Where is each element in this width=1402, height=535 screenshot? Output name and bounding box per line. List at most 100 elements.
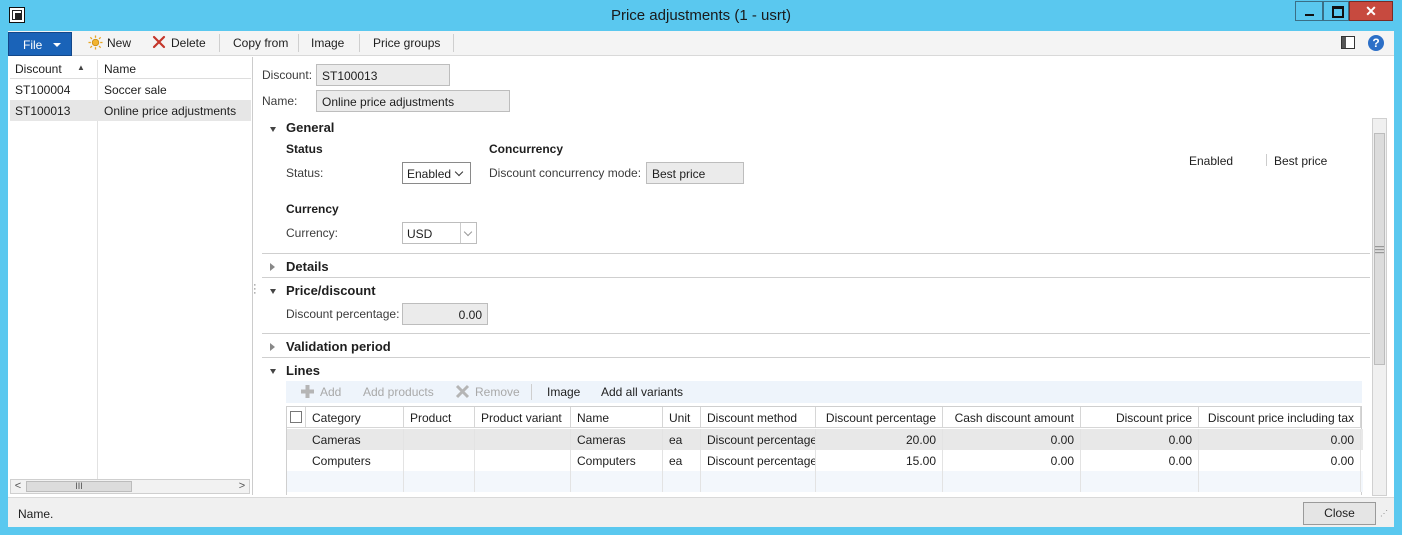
column-header-cash-discount-amount[interactable]: Cash discount amount — [943, 407, 1081, 428]
status-bar: Name. Close ⋰ — [8, 497, 1394, 527]
cell-cash-discount-amount[interactable]: 0.00 — [943, 450, 1081, 471]
column-header-discount-percentage[interactable]: Discount percentage — [816, 407, 943, 428]
cell-discount-price-incl-tax[interactable]: 0.00 — [1199, 429, 1361, 450]
fasttab-price-discount[interactable]: Price/discount — [286, 283, 376, 298]
cell-discount-price-incl-tax[interactable]: 0.00 — [1199, 450, 1361, 471]
select-all-checkbox[interactable] — [290, 411, 302, 423]
copy-from-button[interactable]: Copy from — [233, 36, 288, 50]
add-all-variants-button[interactable]: Add all variants — [601, 385, 683, 399]
list-item[interactable]: ST100004 Soccer sale — [10, 79, 251, 100]
new-button[interactable]: New — [107, 36, 131, 50]
list-item-name: Soccer sale — [104, 83, 167, 97]
discount-field[interactable]: ST100013 — [316, 64, 450, 86]
column-header-category[interactable]: Category — [306, 407, 404, 428]
price-groups-button[interactable]: Price groups — [373, 36, 440, 50]
currency-label: Currency: — [286, 226, 339, 240]
list-item-discount: ST100013 — [15, 104, 71, 118]
cell-unit[interactable]: ea — [663, 429, 701, 450]
status-select[interactable]: Enabled — [402, 162, 471, 184]
collapse-icon[interactable] — [270, 127, 276, 132]
fasttab-divider — [262, 277, 1370, 278]
minimize-button[interactable] — [1295, 1, 1323, 21]
cell-cash-discount-amount[interactable]: 0.00 — [943, 429, 1081, 450]
title-bar: Price adjustments (1 - usrt) ✕ — [0, 0, 1402, 31]
collapse-icon[interactable] — [270, 289, 276, 294]
scrollbar-thumb[interactable]: III — [26, 481, 132, 492]
expand-icon[interactable] — [270, 343, 275, 351]
scroll-right-icon[interactable]: > — [235, 479, 249, 493]
toolbar-divider — [453, 34, 454, 52]
cell-discount-price[interactable]: 0.00 — [1081, 429, 1199, 450]
select-all-column — [287, 407, 306, 428]
horizontal-scrollbar[interactable]: < III > — [10, 479, 250, 494]
fasttab-validation-period[interactable]: Validation period — [286, 339, 391, 354]
remove-line-button[interactable]: Remove — [475, 385, 520, 399]
collapse-icon[interactable] — [270, 369, 276, 374]
cell-product[interactable] — [404, 450, 475, 471]
fasttab-lines[interactable]: Lines — [286, 363, 320, 378]
table-row[interactable]: Computers Computers ea Discount percentage 1… — [287, 450, 1363, 471]
currency-select[interactable]: USD — [402, 222, 477, 244]
lines-image-button[interactable]: Image — [547, 385, 580, 399]
window-title: Price adjustments (1 - usrt) — [610, 7, 792, 24]
layout-icon[interactable] — [1341, 36, 1355, 49]
cell-name[interactable]: Computers — [571, 450, 663, 471]
column-header-unit[interactable]: Unit — [663, 407, 701, 428]
resize-grip-icon[interactable]: ⋰ — [1380, 510, 1388, 518]
cell-name[interactable]: Cameras — [571, 429, 663, 450]
discount-label: Discount: — [262, 68, 313, 82]
window-close-button[interactable]: ✕ — [1349, 1, 1393, 21]
discount-list-pane: Discount ▲ Name ST100004 Soccer sale ST1… — [8, 57, 253, 495]
cell-product[interactable] — [404, 429, 475, 450]
discount-percentage-field[interactable]: 0.00 — [402, 303, 488, 325]
maximize-button[interactable] — [1323, 1, 1349, 21]
general-summary-status: Enabled — [1189, 154, 1234, 168]
form-frame: File New Delete Copy from Image Price gr… — [8, 31, 1394, 527]
cell-product-variant[interactable] — [475, 450, 571, 471]
add-line-button[interactable]: Add — [320, 385, 341, 399]
cell-discount-method[interactable]: Discount percentage — [701, 450, 816, 471]
pane-splitter[interactable]: · · · — [253, 280, 257, 299]
vertical-scrollbar[interactable]: — — — — [1372, 118, 1387, 496]
fasttab-divider — [262, 253, 1370, 254]
empty-row — [287, 471, 1363, 492]
name-field[interactable]: Online price adjustments — [316, 90, 510, 112]
column-header-discount-price-incl-tax[interactable]: Discount price including tax — [1199, 407, 1361, 428]
help-icon[interactable]: ? — [1368, 35, 1384, 51]
cell-discount-method[interactable]: Discount percentage — [701, 429, 816, 450]
add-products-button[interactable]: Add products — [363, 385, 434, 399]
concurrency-field[interactable]: Best price — [646, 162, 744, 184]
cell-discount-percentage[interactable]: 20.00 — [816, 429, 943, 450]
header-section: Discount: ST100013 Name: Online price ad… — [254, 57, 1394, 117]
column-header-product-variant[interactable]: Product variant — [475, 407, 571, 428]
column-header-discount[interactable]: Discount — [15, 62, 62, 76]
column-header-name[interactable]: Name — [104, 62, 136, 76]
cell-category[interactable]: Computers — [306, 450, 404, 471]
file-menu-button[interactable]: File — [8, 32, 72, 56]
expand-icon[interactable] — [270, 263, 275, 271]
table-row[interactable]: Cameras Cameras ea Discount percentage 20.00… — [287, 429, 1363, 450]
fasttab-general[interactable]: General — [286, 120, 334, 135]
cell-discount-price[interactable]: 0.00 — [1081, 450, 1199, 471]
column-header-discount-price[interactable]: Discount price — [1081, 407, 1199, 428]
sort-ascending-icon: ▲ — [77, 63, 85, 72]
column-header-discount-method[interactable]: Discount method — [701, 407, 816, 428]
fasttab-details[interactable]: Details — [286, 259, 329, 274]
remove-icon — [455, 384, 470, 399]
cell-product-variant[interactable] — [475, 429, 571, 450]
list-item-selected[interactable]: ST100013 Online price adjustments — [10, 100, 251, 121]
delete-icon — [152, 35, 166, 49]
empty-cell — [701, 471, 816, 492]
empty-cell — [663, 471, 701, 492]
cell-unit[interactable]: ea — [663, 450, 701, 471]
cell-discount-percentage[interactable]: 15.00 — [816, 450, 943, 471]
image-button[interactable]: Image — [311, 36, 344, 50]
delete-button[interactable]: Delete — [171, 36, 206, 50]
column-header-product[interactable]: Product — [404, 407, 475, 428]
status-group-title: Status — [286, 142, 323, 156]
cell-category[interactable]: Cameras — [306, 429, 404, 450]
close-button[interactable]: Close — [1303, 502, 1376, 525]
column-header-name[interactable]: Name — [571, 407, 663, 428]
scroll-grip-icon: — — — — [1375, 241, 1384, 257]
scroll-left-icon[interactable]: < — [11, 479, 25, 493]
